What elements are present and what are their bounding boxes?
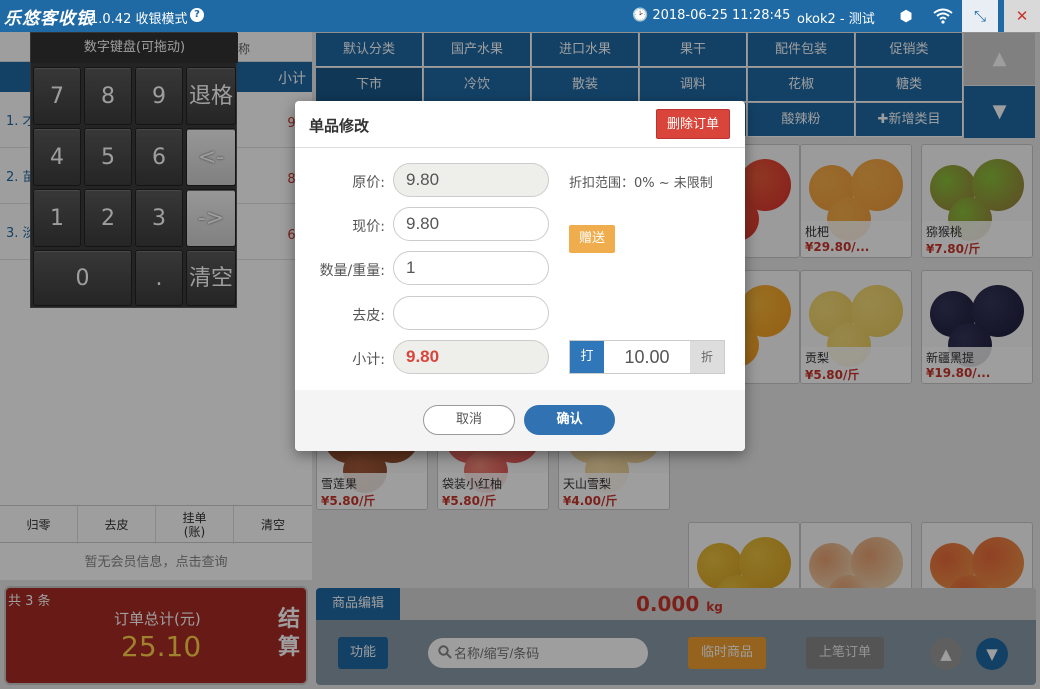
close-icon[interactable]: ✕: [1004, 0, 1040, 32]
confirm-button[interactable]: 确认: [524, 405, 615, 435]
current-price-label: 现价:: [352, 219, 385, 235]
tare-input[interactable]: [393, 296, 549, 330]
wifi-icon[interactable]: [925, 0, 961, 32]
shrink-icon[interactable]: ⤡: [962, 0, 998, 32]
box-icon[interactable]: ⬢: [888, 0, 924, 32]
app-logo: 乐悠客收银: [4, 9, 94, 29]
subtotal-label: 小计:: [352, 352, 385, 368]
discount-range: 折扣范围：0% ~ 未限制: [569, 176, 713, 191]
discount-input-group: 打 10.00 折: [569, 340, 725, 374]
original-price-label: 原价:: [352, 175, 385, 191]
discount-suffix: 折: [690, 341, 724, 373]
discount-input[interactable]: 10.00: [604, 341, 690, 373]
datetime-text: 2018-06-25 11:28:45: [652, 8, 791, 23]
tare-label: 去皮:: [352, 308, 385, 324]
quantity-input[interactable]: 1: [393, 251, 549, 285]
user-name: okok2 - 测试: [797, 12, 875, 27]
dialog-footer: [295, 390, 745, 451]
app-version: 1.0.42 收银模式: [90, 12, 188, 27]
delete-order-button[interactable]: 删除订单: [656, 109, 730, 139]
item-edit-dialog: 单品修改 删除订单 原价: 9.80 现价: 9.80 数量/重量: 1 去皮:…: [295, 101, 745, 451]
original-price-field: 9.80: [393, 163, 549, 197]
current-price-input[interactable]: 9.80: [393, 207, 549, 241]
divider: [295, 147, 745, 148]
title-bar: 乐悠客收银 1.0.42 收银模式 ? 🕑 2018-06-25 11:28:4…: [0, 0, 1040, 32]
quantity-label: 数量/重量:: [319, 263, 385, 279]
gift-button[interactable]: 赠送: [569, 225, 615, 253]
subtotal-field: 9.80: [393, 340, 549, 374]
help-icon[interactable]: ?: [190, 8, 204, 22]
dialog-title: 单品修改: [309, 117, 370, 135]
cancel-button[interactable]: 取消: [423, 405, 515, 435]
datetime: 🕑 2018-06-25 11:28:45: [632, 8, 791, 23]
discount-prefix: 打: [570, 341, 604, 373]
